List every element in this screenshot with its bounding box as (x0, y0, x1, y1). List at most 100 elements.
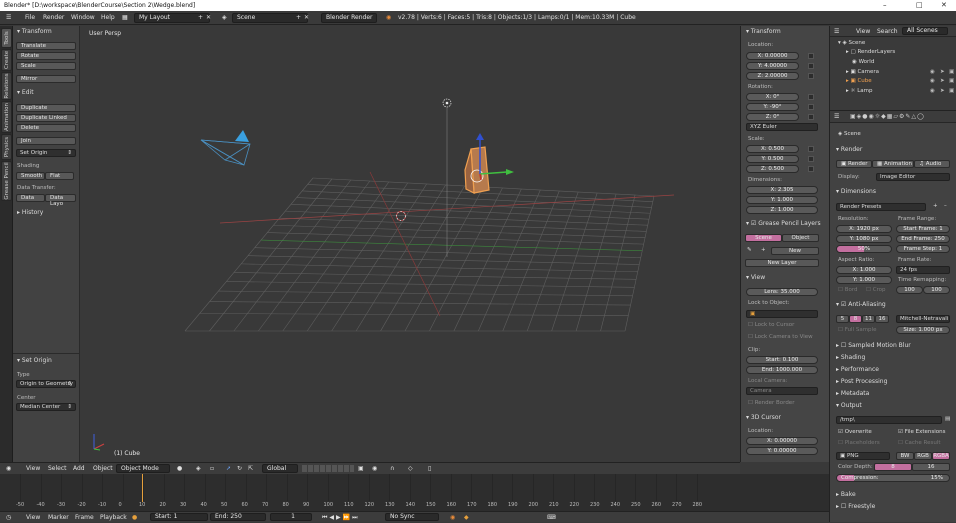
dimension-y-field[interactable]: Y: 1.000 (746, 196, 818, 204)
outliner-item-camera[interactable]: ▸ ▣ Camera (846, 69, 879, 75)
cursor-y-field[interactable]: Y: 0.00000 (746, 447, 818, 455)
data-layout-button[interactable]: Data Layo (45, 194, 76, 207)
audio-button[interactable]: ♫ Audio (914, 160, 950, 168)
depth-16-button[interactable]: 16 (912, 463, 950, 471)
smooth-button[interactable]: Smooth (16, 172, 45, 180)
location-x-field[interactable]: X: 0.00000 (746, 52, 799, 60)
record-icon[interactable]: ● (132, 512, 137, 523)
context-tab-icons[interactable]: ▣◈●◉☼◆▦▱⚙✎△◯ (850, 111, 925, 123)
mode-selector[interactable]: Object Mode (116, 464, 170, 473)
remove-preset-icon[interactable]: – (944, 203, 947, 209)
tab-grease-pencil[interactable]: Grease Pencil (1, 161, 12, 201)
lock-icon[interactable] (808, 73, 814, 79)
editor-type-icon[interactable]: ◷ (6, 512, 11, 523)
rotate-button[interactable]: Rotate (16, 52, 76, 60)
tab-relations[interactable]: Relations (1, 72, 12, 100)
crop-checkbox[interactable]: ☐ Crop (866, 287, 886, 293)
lock-camera-checkbox[interactable]: ☐ Lock Camera to View (748, 334, 813, 340)
frame-step-field[interactable]: Frame Step: 1 (896, 245, 950, 253)
join-button[interactable]: Join (16, 137, 76, 145)
set-origin-dropdown[interactable]: Set Origin ⇕ (16, 149, 76, 157)
outliner-item-lamp[interactable]: ▸ ☼ Lamp (846, 88, 873, 94)
add-layout-icon[interactable]: + (198, 11, 203, 25)
lock-icon[interactable] (808, 114, 814, 120)
keying-icon[interactable]: ◉ (450, 512, 455, 523)
start-frame-field[interactable]: Start: 1 (150, 513, 208, 521)
grease-pencil-scene-button[interactable]: Scene (745, 234, 782, 242)
frame-rate-dropdown[interactable]: 24 fps (896, 266, 950, 274)
pencil-icon[interactable]: ✎ (747, 247, 752, 253)
render-presets-dropdown[interactable]: Render Presets (836, 203, 926, 211)
file-format-dropdown[interactable]: ▣ PNG (836, 452, 890, 460)
location-z-field[interactable]: Z: 2.00000 (746, 72, 799, 80)
display-mode-selector[interactable]: All Scenes (902, 27, 948, 35)
start-frame-field[interactable]: Start Frame: 1 (896, 225, 950, 233)
resolution-x-field[interactable]: X: 1920 px (836, 225, 892, 233)
color-bw-button[interactable]: BW (896, 452, 914, 460)
sync-mode-selector[interactable]: No Sync (385, 513, 439, 521)
remap-new-field[interactable]: 100 (923, 286, 950, 294)
timeline-editor[interactable]: -50 -40 -30 -20 -10 0 10 20 30 40 50 60 70 80 90 100 110… (0, 474, 829, 511)
resolution-y-field[interactable]: Y: 1080 px (836, 235, 892, 243)
cache-result-checkbox[interactable]: ☐ Cache Result (898, 440, 941, 446)
animation-button[interactable]: ▦ Animation (872, 160, 914, 168)
3d-viewport[interactable]: User Persp (1) Cube (80, 26, 740, 462)
menu-window[interactable]: Window (71, 11, 95, 25)
folder-icon[interactable]: ▤ (945, 416, 950, 422)
select-arrow-icon[interactable]: ➤ (940, 69, 945, 75)
menu-help[interactable]: Help (101, 11, 115, 25)
end-frame-field[interactable]: End Frame: 250 (896, 235, 950, 243)
minimize-icon[interactable]: – (883, 0, 887, 11)
lock-icon[interactable] (808, 146, 814, 152)
rotation-z-field[interactable]: Z: 0° (746, 113, 799, 121)
lock-icon[interactable] (808, 53, 814, 59)
auto-key-icon[interactable]: ⌨ (547, 512, 556, 523)
aspect-y-field[interactable]: Y: 1.000 (836, 276, 892, 284)
rotation-y-field[interactable]: Y: -90° (746, 103, 799, 111)
tab-physics[interactable]: Physics (1, 134, 12, 160)
lens-field[interactable]: Lens: 35.000 (746, 288, 818, 296)
render-panel-header[interactable]: ▾ Render (836, 146, 862, 153)
grease-pencil-panel-header[interactable]: ▾ ☑ Grease Pencil Layers (746, 220, 821, 227)
menu-render[interactable]: Render (43, 11, 64, 25)
maximize-icon[interactable]: □ (916, 0, 923, 11)
clip-end-field[interactable]: End: 1000.000 (746, 366, 818, 374)
editor-type-icon[interactable]: ☰ (834, 26, 839, 37)
outliner-item-cube[interactable]: ▸ ▣ Cube (846, 78, 872, 84)
lock-icon[interactable] (808, 156, 814, 162)
compression-slider[interactable]: Compression: 15% (836, 474, 950, 482)
outliner-item-world[interactable]: ◉ World (852, 59, 874, 65)
aa-size-field[interactable]: Size: 1.000 px (896, 326, 950, 334)
render-camera-icon[interactable]: ▣ (949, 69, 954, 75)
delete-button[interactable]: Delete (16, 124, 76, 132)
scale-y-field[interactable]: Y: 0.500 (746, 155, 799, 163)
output-panel-header[interactable]: ▾ Output (836, 402, 862, 409)
outliner-item-scene[interactable]: ▾ ◈ Scene (838, 40, 865, 46)
menu-search[interactable]: Search (877, 26, 898, 37)
menu-frame[interactable]: Frame (75, 512, 94, 523)
layer-buttons[interactable] (302, 465, 354, 472)
post-processing-panel-header[interactable]: ▸ Post Processing (836, 378, 887, 385)
anti-aliasing-panel-header[interactable]: ▾ ☑ Anti-Aliasing (836, 301, 886, 308)
output-path-field[interactable]: /tmp\ (836, 416, 942, 424)
mirror-button[interactable]: Mirror (16, 75, 76, 83)
shading-panel-header[interactable]: ▸ Shading (836, 354, 865, 361)
location-y-field[interactable]: Y: 4.00000 (746, 62, 799, 70)
grease-pencil-object-button[interactable]: Object (782, 234, 819, 242)
menu-playback[interactable]: Playback (100, 512, 127, 523)
lock-icon[interactable] (808, 166, 814, 172)
duplicate-button[interactable]: Duplicate (16, 104, 76, 112)
origin-type-dropdown[interactable]: Origin to Geometry ⇕ (16, 380, 76, 388)
metadata-panel-header[interactable]: ▸ Metadata (836, 390, 869, 397)
aa-samples-8-button[interactable]: 8 (849, 315, 862, 323)
rotation-mode-dropdown[interactable]: XYZ Euler (746, 123, 818, 131)
clip-start-field[interactable]: Start: 0.100 (746, 356, 818, 364)
remove-scene-icon[interactable]: ✕ (304, 11, 309, 25)
menu-marker[interactable]: Marker (48, 512, 69, 523)
scene-icon[interactable]: ◈ (222, 11, 227, 25)
color-rgba-button[interactable]: RGBA (932, 452, 950, 460)
tab-tools[interactable]: Tools (1, 28, 12, 48)
render-camera-icon[interactable]: ▣ (949, 88, 954, 94)
overwrite-checkbox[interactable]: ☑ Overwrite (838, 429, 872, 435)
duplicate-linked-button[interactable]: Duplicate Linked (16, 114, 76, 122)
